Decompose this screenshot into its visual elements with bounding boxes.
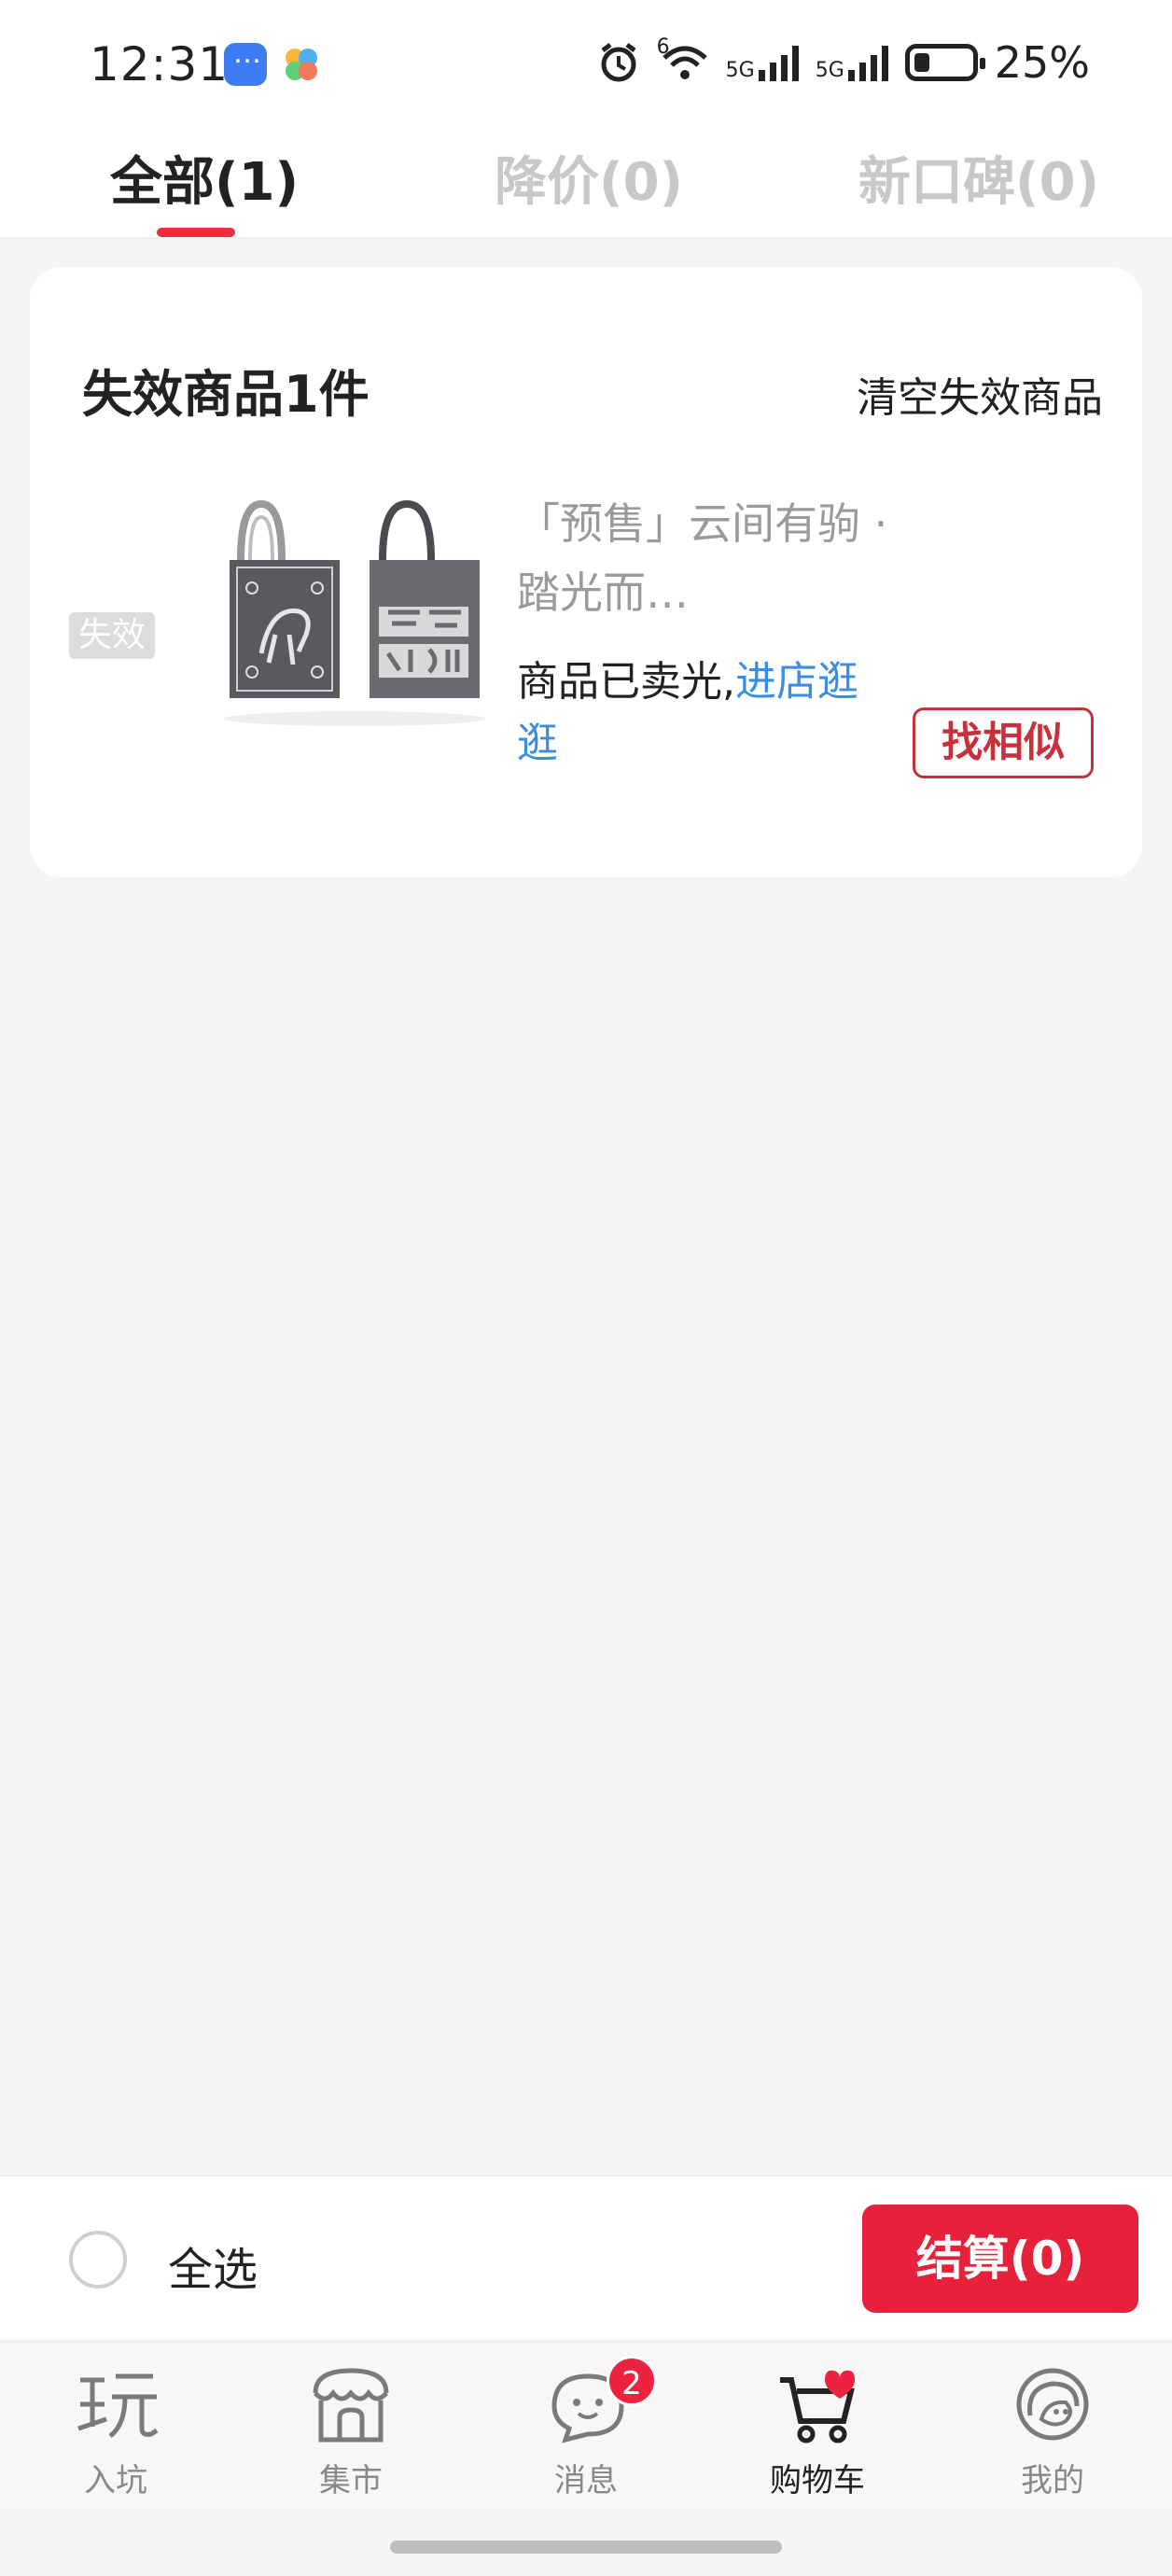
cart-tabs: 全部(1) 降价(0) 新口碑(0) bbox=[0, 131, 1172, 239]
nav-label-cart: 购物车 bbox=[770, 2462, 865, 2499]
active-tab-indicator bbox=[157, 228, 235, 237]
product-image[interactable] bbox=[196, 495, 495, 775]
status-time: 12:31 bbox=[90, 37, 230, 91]
nav-label-market: 集市 bbox=[319, 2462, 383, 2499]
nav-item-market[interactable]: 集市 bbox=[267, 2359, 435, 2509]
checkout-button[interactable]: 结算(0) bbox=[862, 2205, 1138, 2313]
invalid-items-title: 失效商品1件 bbox=[82, 365, 370, 424]
battery-icon bbox=[904, 44, 985, 81]
bottom-nav: 入坑 集市 2 消息 购物车 我的 bbox=[0, 2341, 1172, 2509]
wifi-icon: 6 bbox=[657, 37, 709, 84]
invalid-items-card: 失效商品1件 清空失效商品 失效 「预售」云间有驹 · 踏光而… 商品已卖光,进… bbox=[30, 267, 1142, 877]
play-glyph-icon bbox=[77, 2373, 159, 2438]
clear-invalid-button[interactable]: 清空失效商品 bbox=[857, 364, 1103, 424]
network-type-1: 5G bbox=[725, 59, 755, 82]
nav-item-cart[interactable]: 购物车 bbox=[733, 2359, 901, 2509]
nav-label-profile: 我的 bbox=[1021, 2462, 1084, 2499]
tab-new-reviews[interactable]: 新口碑(0) bbox=[858, 140, 1099, 216]
nav-item-messages[interactable]: 2 消息 bbox=[502, 2356, 670, 2509]
checkout-bar: 全选 结算(0) bbox=[0, 2175, 1172, 2339]
messages-badge: 2 bbox=[607, 2356, 657, 2406]
tab-price-drop[interactable]: 降价(0) bbox=[495, 140, 683, 216]
nav-label-play: 入坑 bbox=[84, 2462, 147, 2499]
sold-out-text: 商品已卖光, bbox=[517, 658, 735, 706]
nav-item-play[interactable]: 入坑 bbox=[32, 2359, 200, 2509]
expired-tag: 失效 bbox=[69, 612, 155, 659]
cart-heart-icon bbox=[780, 2370, 855, 2443]
status-bar: 12:31 6 5G 5G 25% bbox=[0, 0, 1172, 131]
pinwheel-app-icon bbox=[286, 49, 317, 80]
cell-signal-2: 5G bbox=[816, 44, 888, 81]
product-name[interactable]: 「预售」云间有驹 · 踏光而… bbox=[517, 489, 909, 627]
cell-signal-1: 5G bbox=[726, 44, 799, 81]
tab-all[interactable]: 全部(1) bbox=[110, 140, 299, 216]
sold-out-message: 商品已卖光,进店逛逛 bbox=[517, 651, 890, 775]
select-all-label[interactable]: 全选 bbox=[168, 2233, 258, 2298]
select-all-checkbox[interactable] bbox=[69, 2231, 127, 2289]
nav-item-profile[interactable]: 我的 bbox=[969, 2359, 1137, 2509]
message-app-icon bbox=[224, 37, 267, 86]
find-similar-button[interactable]: 找相似 bbox=[913, 707, 1094, 778]
battery-percent: 25% bbox=[994, 37, 1090, 88]
nav-label-messages: 消息 bbox=[554, 2462, 618, 2499]
shop-icon bbox=[313, 2368, 389, 2443]
home-indicator[interactable] bbox=[390, 2541, 782, 2554]
wifi-sup: 6 bbox=[656, 35, 670, 59]
network-type-2: 5G bbox=[815, 59, 844, 82]
profile-face-icon bbox=[1016, 2368, 1089, 2441]
alarm-icon bbox=[601, 43, 636, 82]
status-indicators: 6 5G 5G 25% bbox=[597, 37, 1090, 88]
